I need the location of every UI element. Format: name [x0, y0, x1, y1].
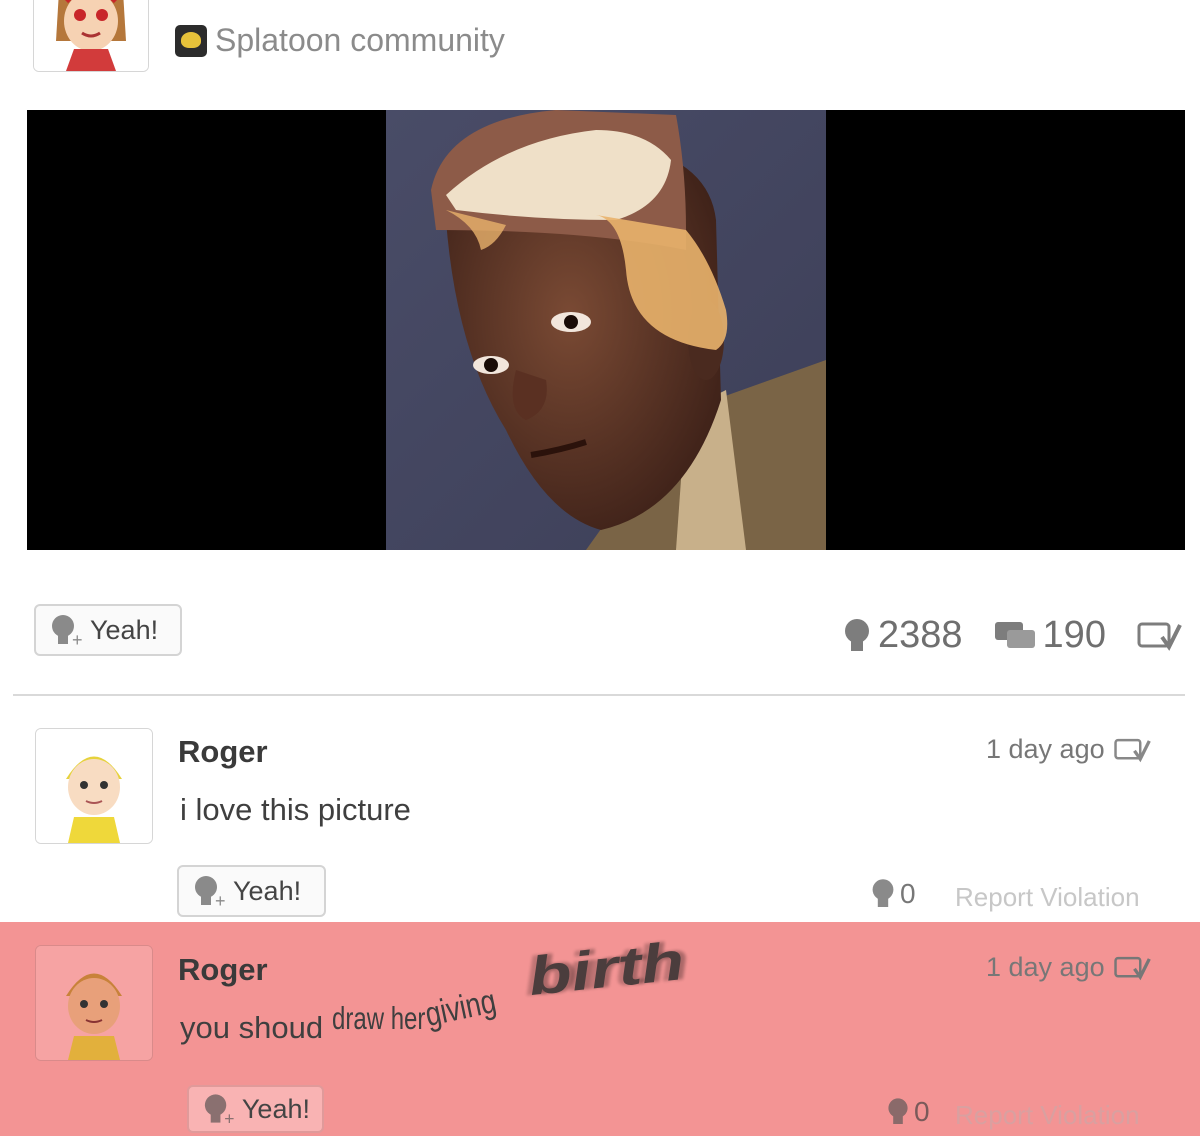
comment-count[interactable]: 190 [993, 614, 1106, 657]
spoiler-check-icon[interactable] [1113, 954, 1151, 982]
community-icon [175, 24, 207, 57]
spoiler-check-icon[interactable] [1113, 736, 1151, 764]
yeah-count[interactable]: 2388 [842, 614, 963, 657]
yeah-icon [845, 618, 869, 651]
yeah-icon [888, 1098, 908, 1124]
community-name: Splatoon community [215, 22, 505, 58]
divider [13, 694, 1185, 696]
post-yeah-button[interactable]: + Yeah! [34, 604, 182, 656]
post-image[interactable] [27, 110, 1185, 550]
spoiler-check-icon[interactable] [1136, 619, 1182, 653]
yeah-count-value: 2388 [878, 614, 963, 656]
comment-yeah-count-value: 0 [914, 1096, 930, 1127]
post-yeah-label: Yeah! [90, 614, 159, 645]
comment-text-part: giving [421, 982, 500, 1035]
yeah-icon [872, 879, 894, 907]
comment-icon [994, 621, 1035, 648]
comment-text-part: you shoud [180, 1010, 324, 1045]
yeah-plus-icon: + [52, 615, 83, 647]
yeah-plus-icon: + [195, 876, 226, 908]
comment-yeah-count: 0 [870, 878, 916, 910]
community-link[interactable]: Splatoon community [175, 22, 505, 59]
post-photo [386, 110, 826, 550]
comment-time-text: 1 day ago [986, 952, 1105, 982]
svg-text:+: + [215, 891, 226, 908]
comment-yeah-button[interactable]: + Yeah! [177, 865, 326, 917]
comment-yeah-button[interactable]: + Yeah! [187, 1085, 324, 1133]
svg-text:+: + [224, 1109, 234, 1126]
comment-time-text: 1 day ago [986, 734, 1105, 764]
comment-avatar[interactable] [35, 945, 153, 1061]
yeah-plus-icon: + [204, 1094, 235, 1126]
comment-yeah-count-value: 0 [900, 878, 916, 909]
mii-avatar-icon [36, 729, 152, 843]
comment-timestamp: 1 day ago [986, 952, 1151, 983]
svg-text:+: + [72, 630, 83, 647]
comment-yeah-label: Yeah! [233, 875, 302, 906]
report-violation-link[interactable]: Report Violation [955, 1100, 1140, 1131]
mii-avatar-icon [34, 0, 148, 71]
comment-yeah-label: Yeah! [241, 1093, 310, 1124]
comment-yeah-count: 0 [886, 1096, 930, 1128]
report-violation-link[interactable]: Report Violation [955, 882, 1140, 913]
author-avatar[interactable] [33, 0, 149, 72]
comment-avatar[interactable] [35, 728, 153, 844]
post-stats: 2388 190 [842, 614, 1182, 657]
comment-author[interactable]: Roger [178, 734, 268, 770]
comment-body: i love this picture [180, 792, 411, 827]
comment-count-value: 190 [1042, 614, 1106, 656]
mii-avatar-icon [36, 946, 152, 1060]
comment-timestamp: 1 day ago [986, 734, 1151, 765]
comment-body: you shoud draw her giving birth [180, 931, 740, 1052]
comment-text-part: draw her [332, 1001, 426, 1037]
